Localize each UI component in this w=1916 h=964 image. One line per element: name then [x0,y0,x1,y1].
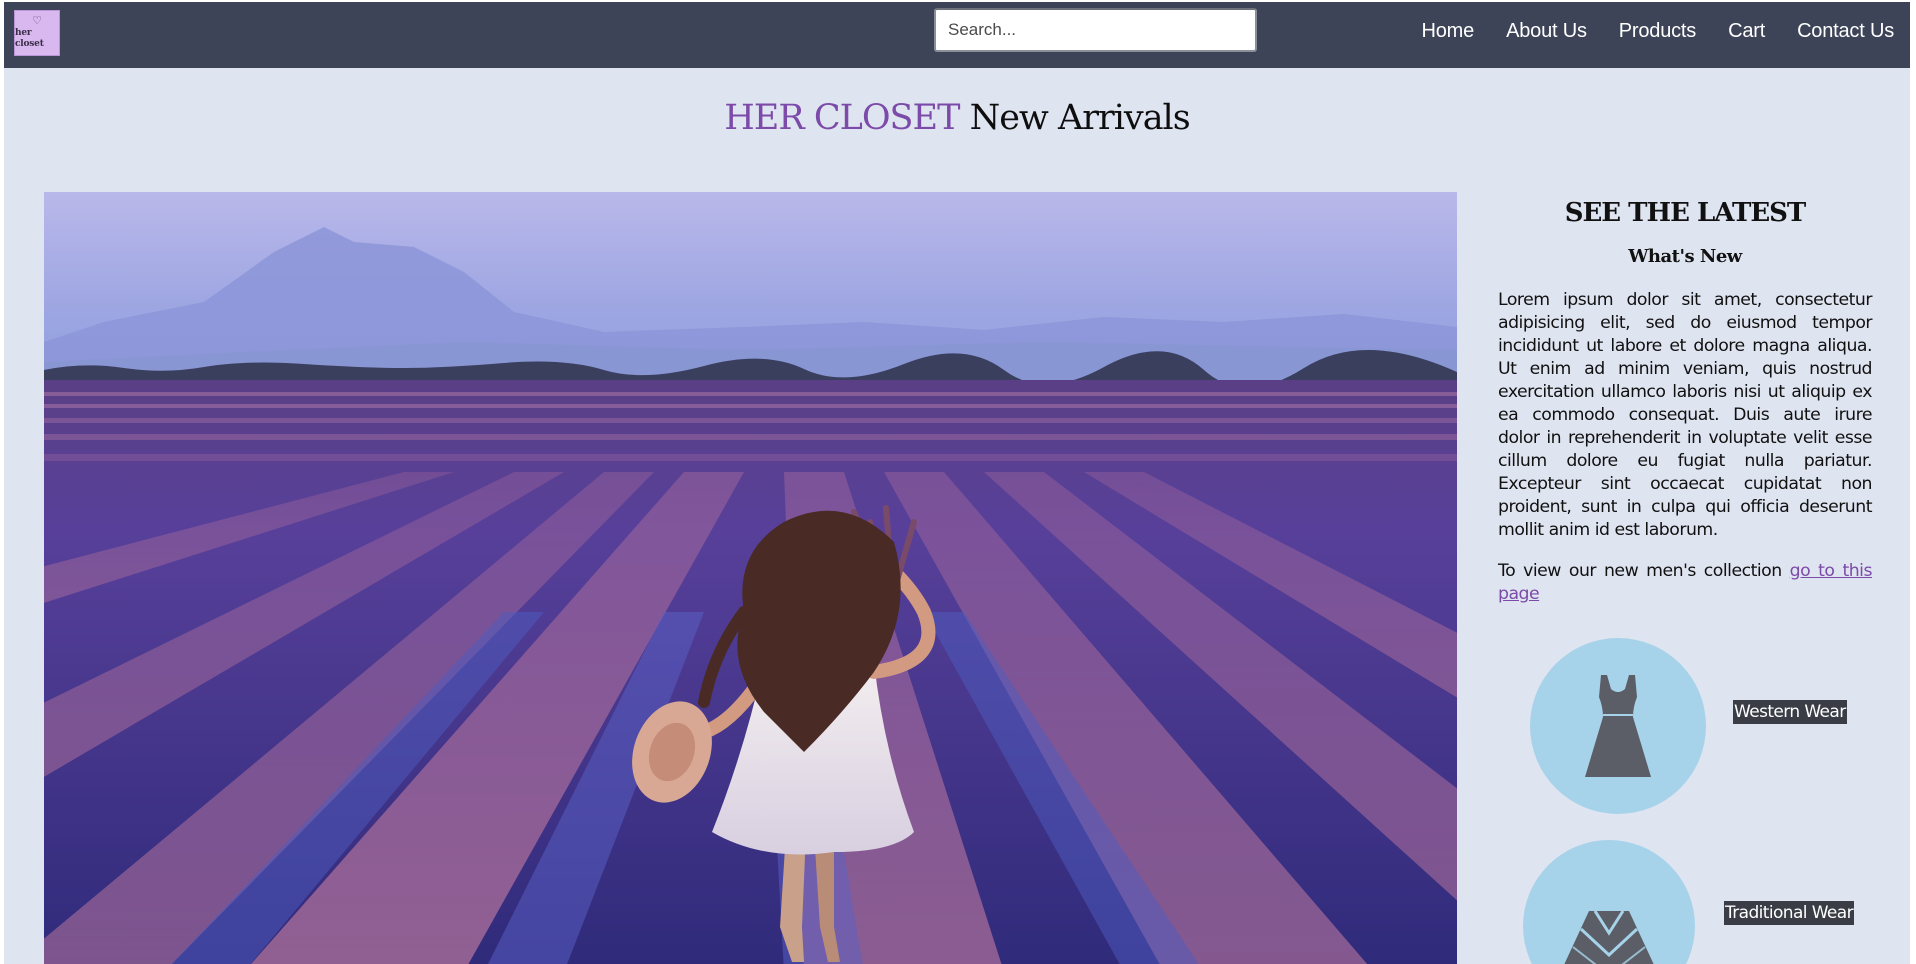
sidebar-subtitle: What's New [1628,246,1742,267]
category-label-western[interactable]: Western Wear [1733,700,1847,724]
poncho-icon [1564,910,1654,964]
search-input[interactable] [934,8,1257,52]
navbar: ♡ her closet Home About Us Products Cart… [4,2,1910,68]
nav-link-cart[interactable]: Cart [1728,20,1765,43]
logo[interactable]: ♡ her closet [14,10,60,56]
category-label-traditional[interactable]: Traditional Wear [1724,901,1854,925]
heart-icon: ♡ [32,14,42,27]
sidebar: SEE THE LATEST What's New Lorem ipsum do… [1498,192,1873,606]
category-traditional-wear[interactable] [1523,840,1695,964]
category-western-wear[interactable] [1530,638,1706,814]
page: ♡ her closet Home About Us Products Cart… [4,2,1910,964]
category-circle-western[interactable] [1530,638,1706,814]
page-title: HER CLOSET New Arrivals [4,98,1910,138]
brand-name: HER CLOSET [724,98,960,138]
nav-links: Home About Us Products Cart Contact Us [1390,2,1895,60]
mens-collection-text: To view our new men's collection go to t… [1498,560,1873,606]
category-circle-traditional[interactable] [1523,840,1695,964]
sidebar-title: SEE THE LATEST [1564,198,1807,228]
nav-link-products[interactable]: Products [1619,20,1697,43]
logo-text: her closet [15,28,44,49]
dress-icon [1585,675,1651,777]
nav-link-about-us[interactable]: About Us [1506,20,1587,43]
nav-link-contact-us[interactable]: Contact Us [1797,20,1894,43]
sidebar-description: Lorem ipsum dolor sit amet, consectetur … [1498,290,1873,540]
mens-collection-prefix: To view our new men's collection [1498,561,1790,581]
hero-image [44,192,1457,964]
page-title-text: New Arrivals [969,98,1191,138]
nav-link-home[interactable]: Home [1422,20,1475,43]
lavender-field-photo [44,192,1457,964]
